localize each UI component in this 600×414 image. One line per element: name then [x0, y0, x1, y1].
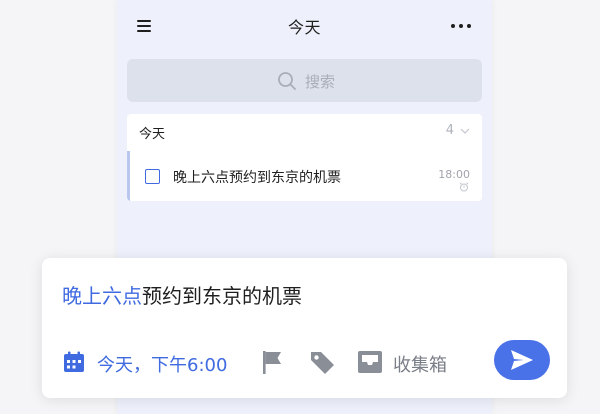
more-dots-icon: [451, 24, 455, 28]
task-list-card: 今天 4 晚上六点预约到东京的机票 18:00: [127, 114, 482, 201]
calendar-icon: [64, 351, 84, 372]
due-date-label: 今天，下午6:00: [97, 355, 228, 376]
alarm-icon: [459, 182, 469, 192]
inbox-icon: [358, 351, 382, 373]
more-options-button[interactable]: [450, 18, 472, 34]
task-title: 晚上六点预约到东京的机票: [173, 170, 341, 186]
task-accent-bar: [127, 151, 130, 201]
task-text-rest: 预约到东京的机票: [142, 284, 302, 308]
quick-add-sheet: 晚上六点预约到东京的机票 今天，下午6:00 收集箱: [42, 258, 567, 398]
recognized-time-text: 晚上六点: [62, 284, 142, 308]
group-header-today[interactable]: 今天 4: [127, 114, 482, 150]
group-count: 4: [445, 123, 454, 138]
task-row[interactable]: 晚上六点预约到东京的机票 18:00: [127, 151, 482, 201]
inbox-label: 收集箱: [393, 355, 447, 376]
search-icon: [278, 72, 296, 90]
tag-icon[interactable]: [308, 348, 336, 376]
top-bar: 今天: [117, 0, 492, 52]
chevron-down-icon: [460, 128, 470, 134]
task-checkbox[interactable]: [145, 169, 160, 184]
more-dots-icon-dot: [467, 24, 471, 28]
search-input[interactable]: 搜索: [127, 59, 482, 102]
send-button[interactable]: [494, 340, 550, 380]
more-dots-icon-dot: [459, 24, 463, 28]
quick-add-toolbar: 今天，下午6:00 收集箱: [42, 340, 567, 382]
task-time: 18:00: [438, 168, 470, 181]
page-title: 今天: [287, 18, 321, 37]
flag-icon[interactable]: [258, 348, 286, 376]
task-text-input[interactable]: 晚上六点预约到东京的机票: [62, 280, 302, 309]
group-title: 今天: [139, 127, 166, 142]
search-placeholder: 搜索: [305, 73, 336, 91]
send-icon: [511, 350, 533, 370]
